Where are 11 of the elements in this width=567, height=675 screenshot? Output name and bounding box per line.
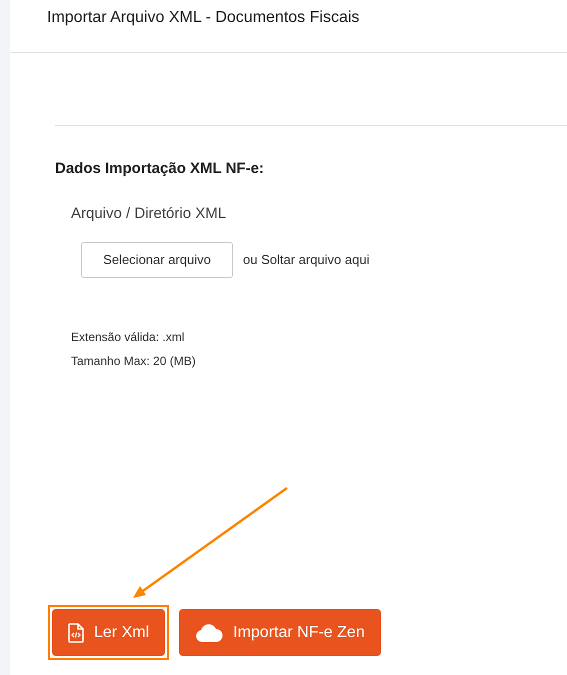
- code-file-icon: [68, 622, 84, 642]
- cloud-icon: [195, 624, 224, 642]
- note-text: Extensão válida: .xml: [71, 329, 186, 346]
- drop-hint: ou Soltar arquivo aqui: [243, 251, 370, 270]
- read-xml-button[interactable]: Ler Xml: [52, 609, 166, 656]
- note-text: Tamanho Max: 20 (MB): [71, 353, 197, 370]
- field-label: Arquivo / Diretório XML: [71, 204, 228, 224]
- page-title: Importar Arquivo XML - Documentos Fiscais: [47, 8, 360, 28]
- select-file-button[interactable]: Selecionar arquivo: [81, 242, 233, 278]
- section-title: Dados Importação XML NF-e:: [55, 159, 265, 179]
- import-button[interactable]: Importar NF-e Zen: [179, 609, 381, 656]
